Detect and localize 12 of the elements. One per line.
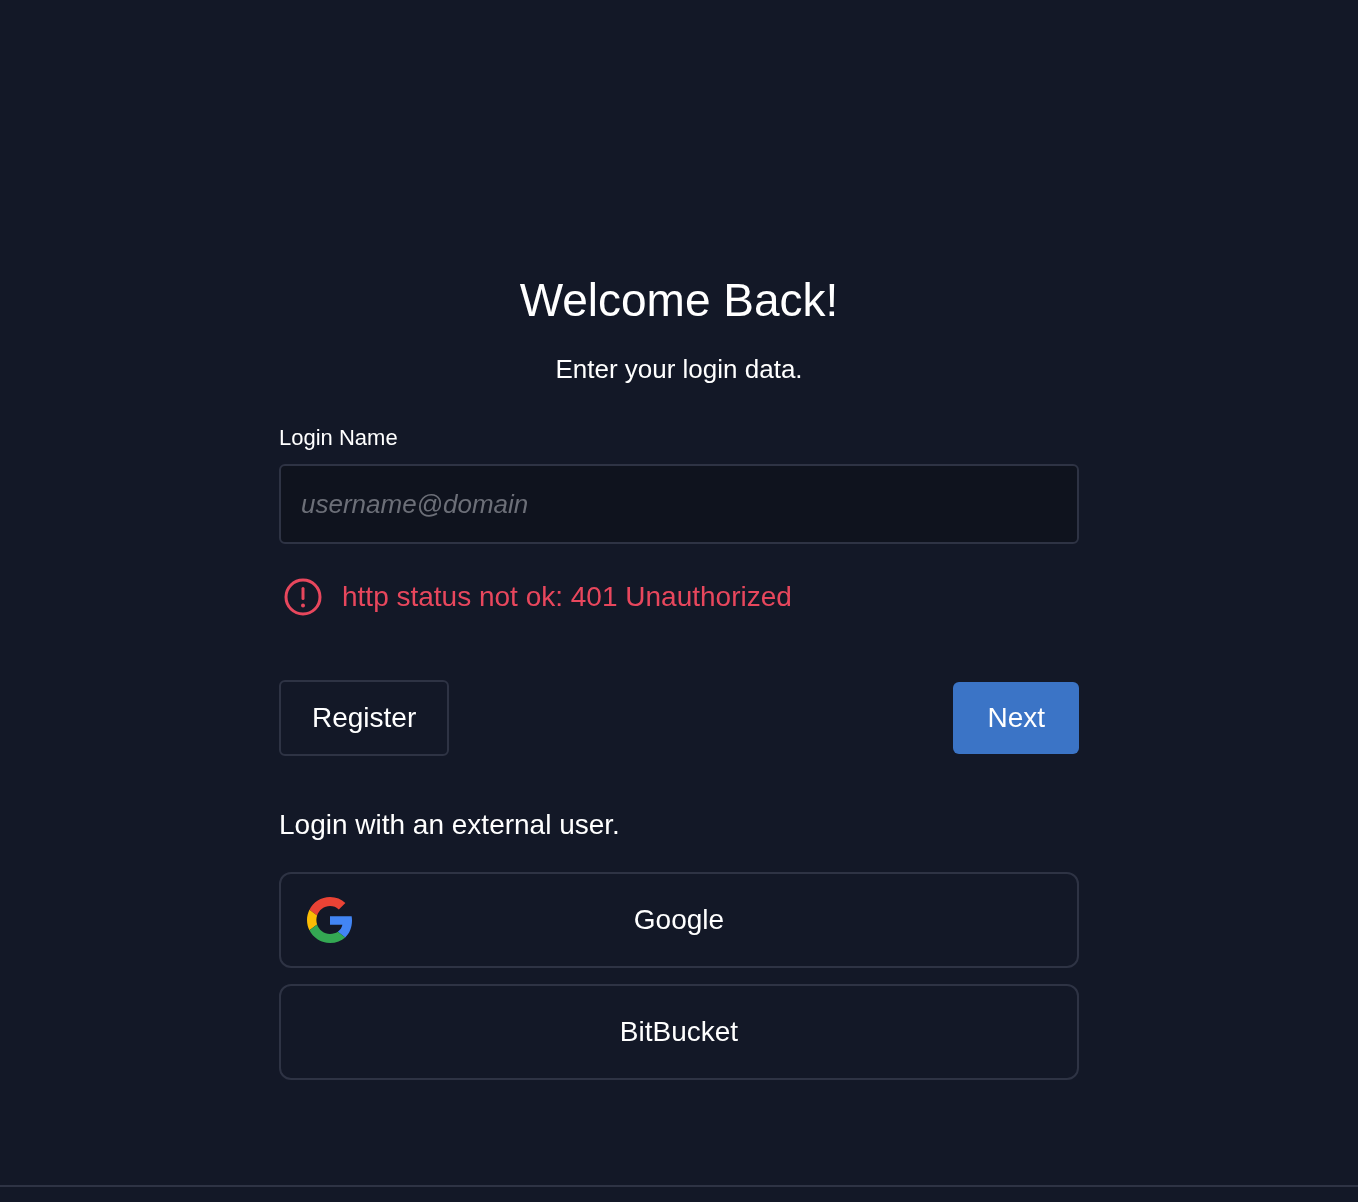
next-button[interactable]: Next	[953, 682, 1079, 754]
subtitle: Enter your login data.	[555, 353, 803, 386]
login-name-field[interactable]: username@domain	[279, 464, 1079, 544]
external-login-heading: Login with an external user.	[279, 808, 621, 842]
page-title: Welcome Back!	[519, 273, 839, 328]
error-message: http status not ok: 401 Unauthorized	[342, 580, 792, 614]
error-icon	[284, 578, 322, 616]
provider-button[interactable]: Google	[279, 872, 1079, 968]
field-label: Login Name	[279, 424, 398, 452]
google-g-icon	[307, 897, 353, 943]
provider-button[interactable]: BitBucket	[279, 984, 1079, 1080]
register-button[interactable]: Register	[279, 680, 450, 756]
